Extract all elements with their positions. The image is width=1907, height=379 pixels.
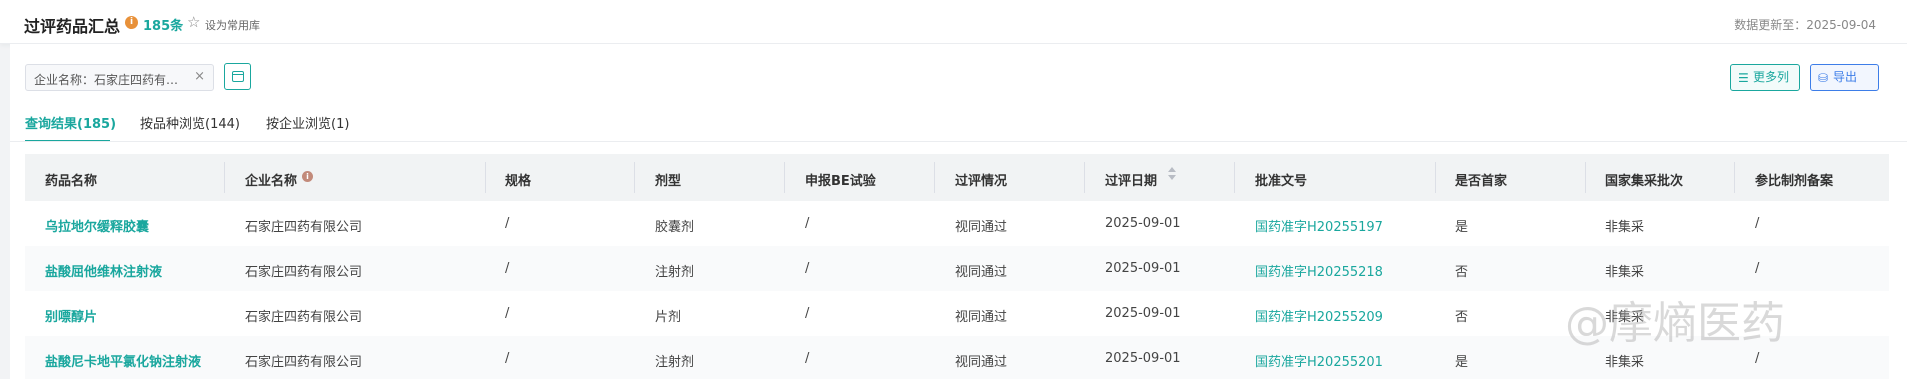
table-row[interactable]: 乌拉地尔缓释胶囊 石家庄四药有限公司 / 胶囊剂 / 视同通过 2025-09-… [25,201,1889,246]
sort-icon[interactable] [1168,167,1176,181]
drug-name-link[interactable]: 盐酸屈他维林注射液 [45,261,162,280]
filter-chip-label: 企业名称：石家庄四药有… [34,73,179,87]
filter-chip-company[interactable]: 企业名称：石家庄四药有… × [25,64,214,91]
spec-cell: / [505,306,510,321]
dosage-form-cell: 注射剂 [655,355,695,370]
reference-filing-cell: / [1755,216,1760,231]
column-header[interactable]: 是否首家 [1455,170,1507,189]
column-divider[interactable] [1234,162,1235,193]
procurement-batch-cell: 非集采 [1605,220,1645,235]
column-divider[interactable] [1435,162,1436,193]
first-approval-cell: 否 [1455,265,1469,280]
spec-cell: / [505,216,510,231]
evaluation-status-cell: 视同通过 [955,355,1008,370]
export-label: 导出 [1833,70,1858,84]
evaluation-date-cell: 2025-09-01 [1105,216,1181,231]
table-row[interactable]: 盐酸屈他维林注射液 石家庄四药有限公司 / 注射剂 / 视同通过 2025-09… [25,246,1889,291]
dosage-form-cell: 胶囊剂 [655,220,695,235]
dosage-form-cell: 片剂 [655,310,682,325]
column-divider[interactable] [784,162,785,193]
spec-cell: / [505,351,510,366]
column-divider[interactable] [224,162,225,193]
top-bar: 过评药品汇总 i 185条 ☆ 设为常用库 数据更新至：2025-09-04 [0,0,1907,44]
column-divider[interactable] [934,162,935,193]
column-divider[interactable] [634,162,635,193]
set-favorite-link[interactable]: 设为常用库 [205,17,260,33]
company-cell: 石家庄四药有限公司 [245,310,363,325]
company-cell: 石家庄四药有限公司 [245,220,363,235]
info-icon[interactable]: i [125,16,138,29]
procurement-batch-cell: 非集采 [1605,355,1645,370]
tabs-divider [10,141,1907,142]
database-icon: ⛁ [1818,71,1829,85]
approval-number-link[interactable]: 国药准字H20255209 [1255,306,1383,325]
procurement-batch-cell: 非集采 [1605,265,1645,280]
info-icon[interactable]: i [302,171,313,182]
drug-name-link[interactable]: 别嘌醇片 [45,306,97,325]
column-divider[interactable] [1585,162,1586,193]
spec-cell: / [505,261,510,276]
be-trial-cell: / [805,351,810,366]
tab-browse-by-company[interactable]: 按企业浏览(1) [266,113,349,132]
evaluation-status-cell: 视同通过 [955,265,1008,280]
calendar-icon [232,71,244,82]
more-columns-button[interactable]: ☰ 更多列 [1730,64,1800,91]
dosage-form-cell: 注射剂 [655,265,695,280]
drug-name-link[interactable]: 盐酸尼卡地平氯化钠注射液 [45,351,201,370]
column-divider[interactable] [1734,162,1735,193]
approval-number-link[interactable]: 国药准字H20255201 [1255,351,1383,370]
evaluation-date-cell: 2025-09-01 [1105,261,1181,276]
company-cell: 石家庄四药有限公司 [245,355,363,370]
more-columns-label: 更多列 [1753,70,1790,84]
result-count: 185条 [143,19,184,34]
column-header[interactable]: 规格 [505,170,531,189]
evaluation-status-cell: 视同通过 [955,310,1008,325]
column-header[interactable]: 药品名称 [45,170,97,189]
column-header-sortable[interactable]: 过评日期 [1105,170,1157,189]
close-icon[interactable]: × [194,69,205,84]
column-divider[interactable] [1084,162,1085,193]
column-header[interactable]: 过评情况 [955,170,1007,189]
list-icon: ☰ [1738,71,1749,85]
watermark: @摩熵医药 [1565,298,1785,349]
be-trial-cell: / [805,216,810,231]
clear-filter-button[interactable] [224,63,251,90]
evaluation-date-cell: 2025-09-01 [1105,351,1181,366]
be-trial-cell: / [805,261,810,276]
first-approval-cell: 否 [1455,310,1469,325]
column-header[interactable]: 参比制剂备案 [1755,170,1833,189]
column-header[interactable]: 企业名称 [245,170,297,189]
column-divider[interactable] [485,162,486,193]
page-title: 过评药品汇总 [24,17,121,36]
be-trial-cell: / [805,306,810,321]
company-cell: 石家庄四药有限公司 [245,265,363,280]
evaluation-date-cell: 2025-09-01 [1105,306,1181,321]
reference-filing-cell: / [1755,261,1760,276]
data-update-time: 数据更新至：2025-09-04 [1734,18,1876,32]
table-header: 药品名称 企业名称 i 规格 剂型 申报BE试验 过评情况 过评日期 批准文号 … [25,154,1889,201]
evaluation-status-cell: 视同通过 [955,220,1008,235]
star-icon[interactable]: ☆ [187,13,200,31]
column-header[interactable]: 国家集采批次 [1605,170,1683,189]
first-approval-cell: 是 [1455,220,1469,235]
reference-filing-cell: / [1755,351,1760,366]
export-button[interactable]: ⛁ 导出 [1810,64,1879,91]
approval-number-link[interactable]: 国药准字H20255197 [1255,216,1383,235]
drug-name-link[interactable]: 乌拉地尔缓释胶囊 [45,216,149,235]
tab-query-results[interactable]: 查询结果(185) [25,113,116,132]
column-header[interactable]: 剂型 [655,170,681,189]
column-header[interactable]: 申报BE试验 [805,170,876,189]
column-header[interactable]: 批准文号 [1255,170,1307,189]
first-approval-cell: 是 [1455,355,1469,370]
tab-browse-by-variety[interactable]: 按品种浏览(144) [140,113,240,132]
approval-number-link[interactable]: 国药准字H20255218 [1255,261,1383,280]
